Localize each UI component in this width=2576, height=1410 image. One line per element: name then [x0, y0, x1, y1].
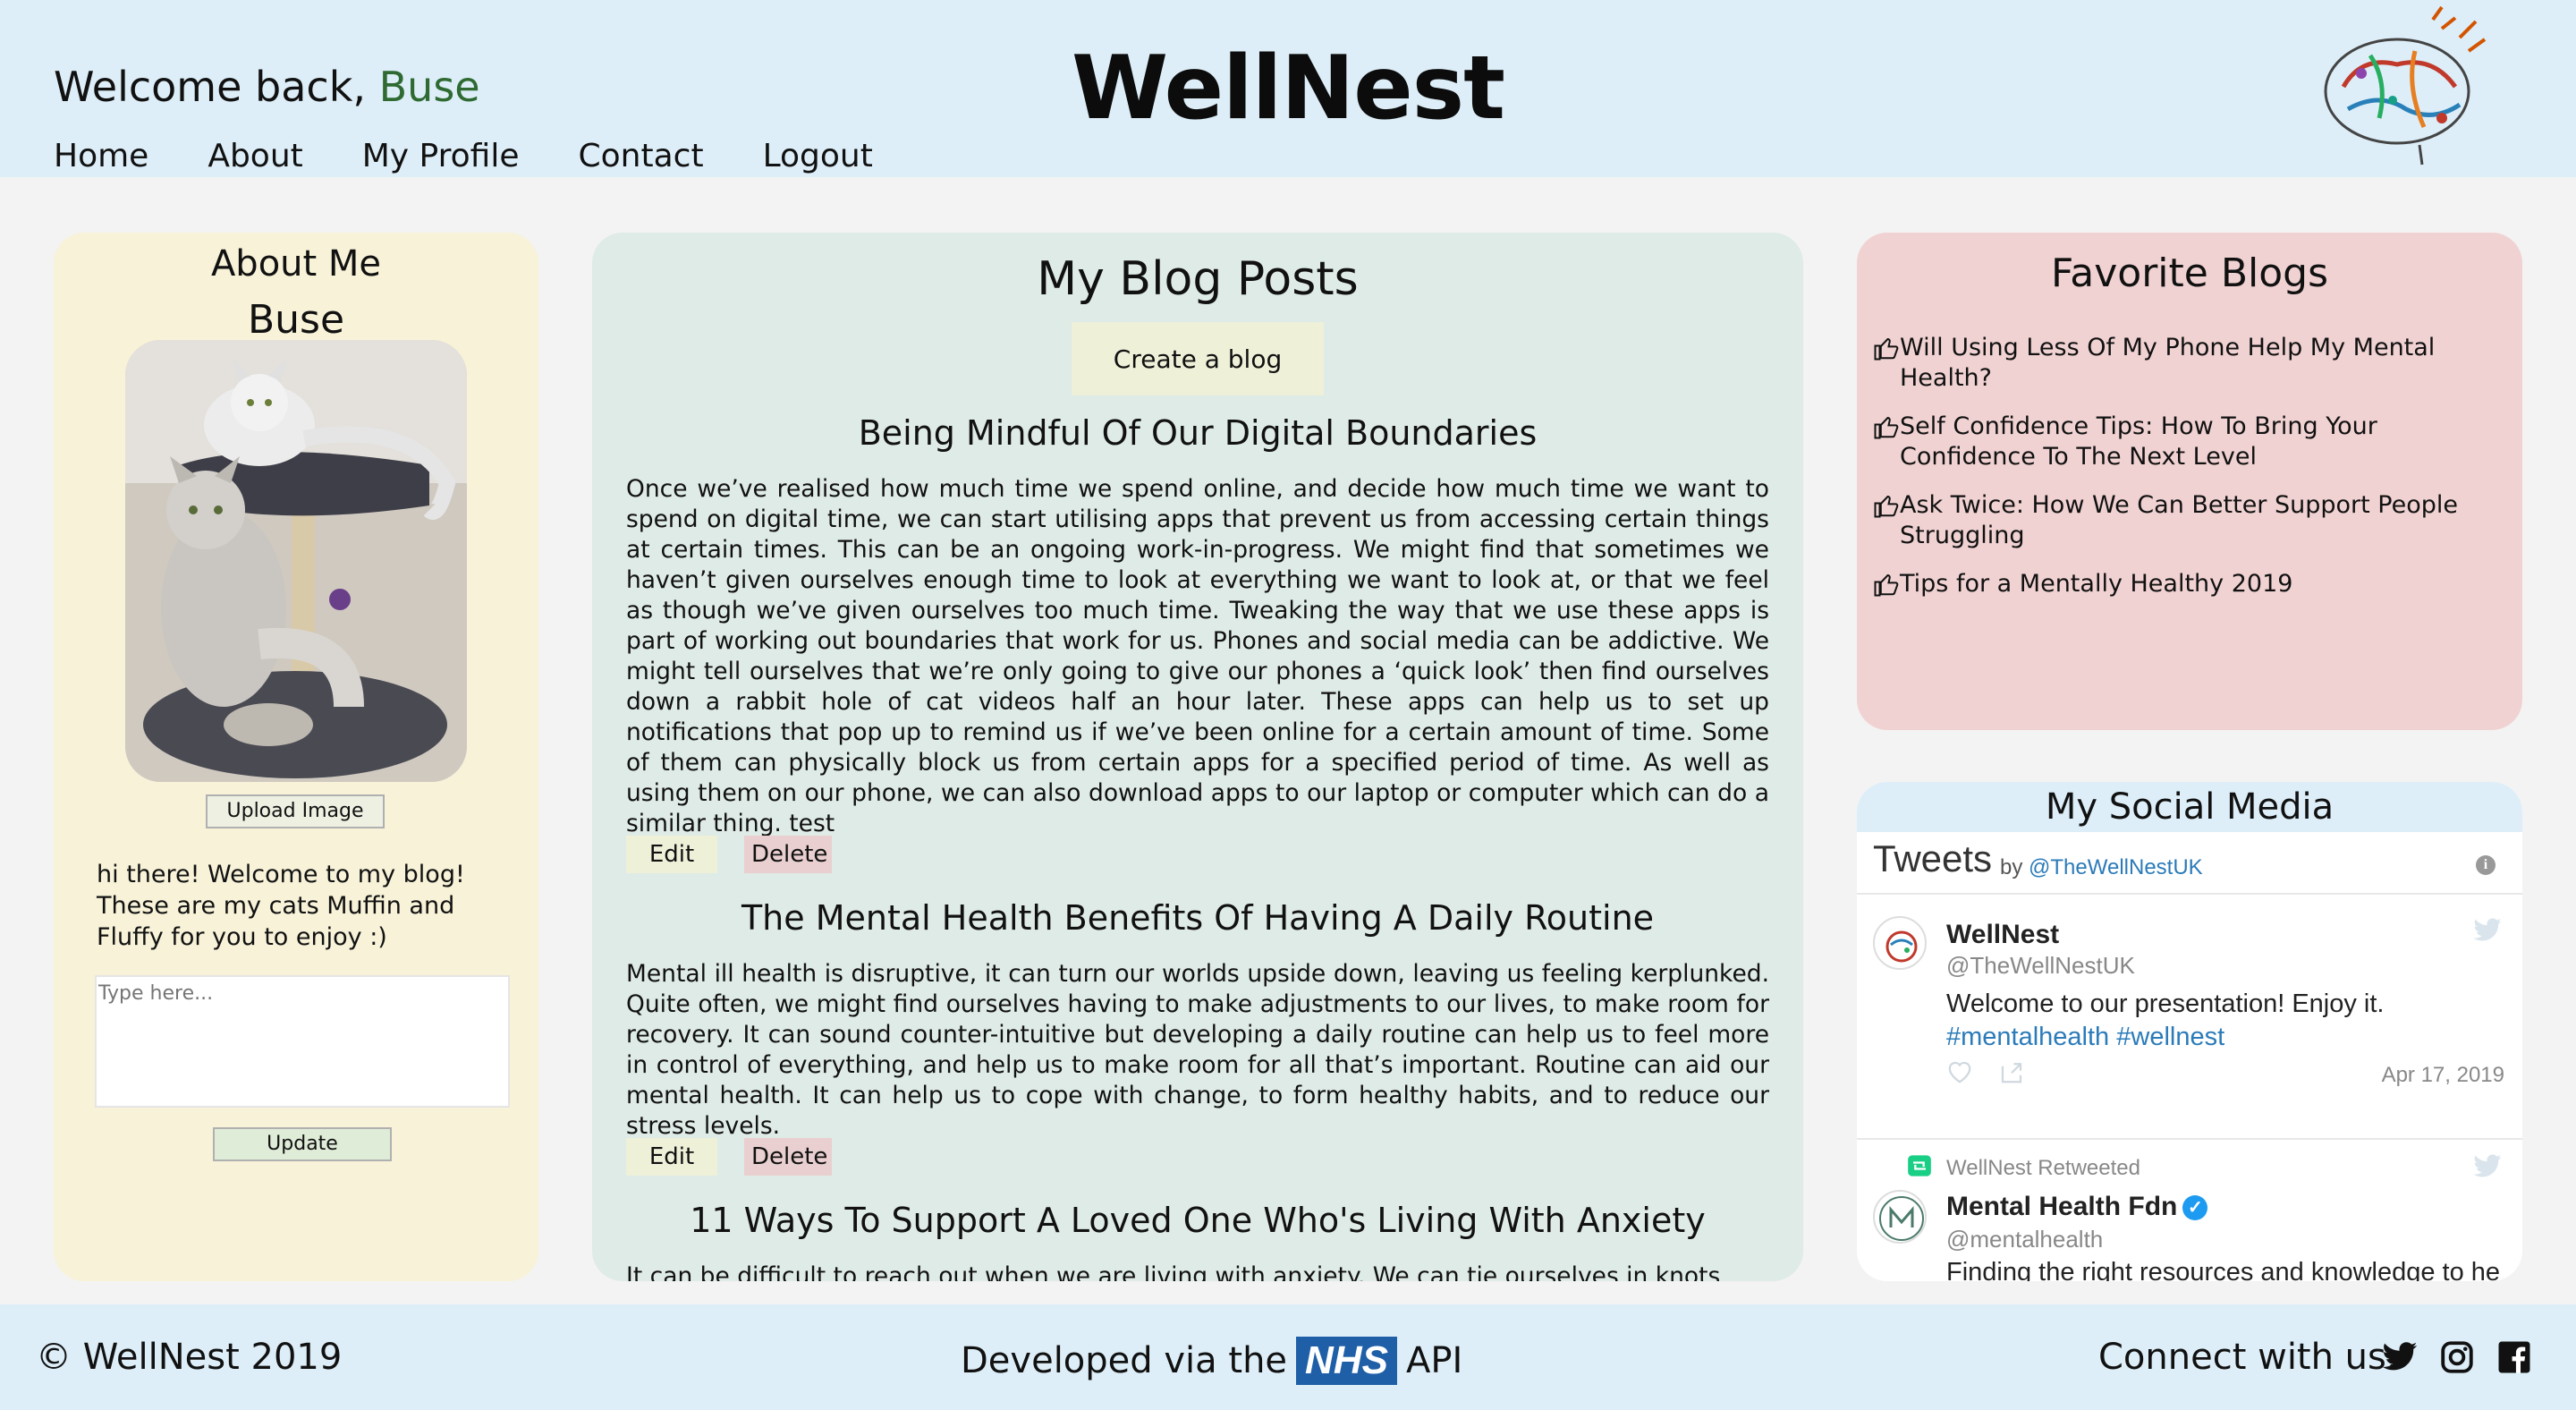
dev-prefix: Developed via the: [961, 1340, 1288, 1381]
retweet-icon: [1908, 1155, 1931, 1176]
blog-posts-title: My Blog Posts: [1037, 252, 1359, 306]
developed-via-nhs: Developed via the NHS API: [961, 1337, 1462, 1385]
favorite-blogs-list: Will Using Less Of My Phone Help My Ment…: [1873, 333, 2508, 617]
dev-suffix: API: [1405, 1340, 1463, 1381]
create-blog-button[interactable]: Create a blog: [1072, 322, 1324, 395]
tweet-author-name[interactable]: WellNest: [1946, 920, 2059, 950]
tweet-hashtags[interactable]: #mentalhealth #wellnest: [1946, 1023, 2224, 1051]
timeline-account-link[interactable]: @TheWellNestUK: [2029, 855, 2203, 879]
connect-with-us: Connect with us:: [2098, 1337, 2399, 1378]
nav-home[interactable]: Home: [54, 138, 148, 174]
favorite-blogs-panel: Favorite Blogs Will Using Less Of My Pho…: [1857, 233, 2522, 730]
nav-about[interactable]: About: [208, 138, 302, 174]
favorite-blog-item[interactable]: Will Using Less Of My Phone Help My Ment…: [1873, 333, 2508, 394]
twitter-bird-icon[interactable]: [2472, 918, 2503, 943]
like-heart-icon[interactable]: [1946, 1059, 1973, 1084]
instagram-icon[interactable]: [2438, 1338, 2476, 1376]
twitter-icon[interactable]: [2381, 1338, 2419, 1376]
about-me-name: Buse: [247, 297, 345, 343]
site-header: Welcome back, Buse WellNest Home About M…: [0, 0, 2576, 177]
about-me-title: About Me: [210, 243, 382, 285]
about-me-bio: hi there! Welcome to my blog! These are …: [97, 861, 465, 951]
delete-post-button[interactable]: Delete: [744, 1138, 832, 1176]
thumbs-up-icon: [1874, 495, 1899, 518]
bio-input[interactable]: [95, 975, 510, 1108]
verified-badge-icon: ✓: [2182, 1195, 2208, 1220]
blog-posts-panel: My Blog Posts Create a blog Being Mindfu…: [592, 233, 1803, 1281]
delete-post-button[interactable]: Delete: [744, 836, 832, 873]
post-body: Mental ill health is disruptive, it can …: [626, 960, 1769, 1140]
thumbs-up-icon: [1874, 416, 1899, 439]
profile-photo: [125, 340, 467, 782]
about-me-panel: About Me Buse Upload Image hi there! Wel…: [54, 233, 538, 1281]
favorite-blog-item[interactable]: Self Confidence Tips: How To Bring Your …: [1873, 412, 2508, 472]
social-media-title: My Social Media: [1857, 782, 2522, 832]
tweet-date[interactable]: Apr 17, 2019: [2382, 1063, 2504, 1088]
retweeted-by[interactable]: WellNest Retweeted: [1946, 1156, 2140, 1181]
favorite-blog-title: Tips for a Mentally Healthy 2019: [1900, 570, 2293, 598]
tweet-text-body: Welcome to our presentation! Enjoy it.: [1946, 990, 2385, 1018]
twitter-timeline-header: Tweets by @TheWellNestUK i: [1857, 832, 2522, 895]
thumbs-up-icon: [1874, 573, 1899, 597]
avatar[interactable]: [1873, 1190, 1927, 1244]
tweets-label: Tweets: [1873, 837, 1993, 879]
post-title: Being Mindful Of Our Digital Boundaries: [858, 413, 1538, 453]
social-media-panel: My Social Media Tweets by @TheWellNestUK…: [1857, 782, 2522, 1281]
footer-social-links: [2381, 1338, 2533, 1376]
tweet-author-name-text: Mental Health Fdn: [1946, 1192, 2178, 1221]
update-bio-button[interactable]: Update: [213, 1127, 392, 1161]
favorite-blog-title: Self Confidence Tips: How To Bring Your …: [1900, 412, 2377, 471]
brain-logo-icon: [2324, 5, 2487, 166]
favorite-blog-item[interactable]: Ask Twice: How We Can Better Support Peo…: [1873, 490, 2508, 551]
nav-logout[interactable]: Logout: [763, 138, 873, 174]
info-icon[interactable]: i: [2476, 855, 2496, 875]
favorite-blog-title: Will Using Less Of My Phone Help My Ment…: [1900, 334, 2436, 392]
post-title: The Mental Health Benefits Of Having A D…: [741, 898, 1655, 938]
nav-contact[interactable]: Contact: [579, 138, 704, 174]
favorite-blog-title: Ask Twice: How We Can Better Support Peo…: [1900, 491, 2459, 549]
share-icon[interactable]: [1998, 1059, 2025, 1084]
thumbs-up-icon: [1874, 337, 1899, 361]
tweet[interactable]: WellNest @TheWellNestUK Welcome to our p…: [1857, 898, 2522, 1104]
tweets-by-label: by: [2000, 855, 2023, 879]
tweet[interactable]: WellNest Retweeted Mental Health Fdn ✓ @m…: [1857, 1140, 2522, 1281]
facebook-icon[interactable]: [2496, 1338, 2533, 1376]
tweet-text: Finding the right resources and knowledg…: [1946, 1258, 2501, 1281]
favorite-blogs-title: Favorite Blogs: [2051, 251, 2328, 296]
copyright: © WellNest 2019: [36, 1337, 343, 1378]
site-footer: © WellNest 2019 Developed via the NHS AP…: [0, 1304, 2576, 1410]
edit-post-button[interactable]: Edit: [626, 836, 717, 873]
upload-image-button[interactable]: Upload Image: [206, 794, 385, 828]
tweet-author-name[interactable]: Mental Health Fdn ✓: [1946, 1192, 2208, 1222]
nhs-logo[interactable]: NHS: [1296, 1337, 1397, 1385]
tweet-author-handle[interactable]: @mentalhealth: [1946, 1226, 2103, 1253]
main-nav: Home About My Profile Contact Logout: [54, 138, 873, 174]
tweet-author-handle[interactable]: @TheWellNestUK: [1946, 952, 2135, 980]
post-body: Once we’ve realised how much time we spe…: [626, 475, 1769, 837]
twitter-bird-icon[interactable]: [2472, 1154, 2503, 1179]
edit-post-button[interactable]: Edit: [626, 1138, 717, 1176]
favorite-blog-item[interactable]: Tips for a Mentally Healthy 2019: [1873, 569, 2508, 599]
tweets-by: by @TheWellNestUK: [2000, 855, 2203, 880]
site-title: WellNest: [1072, 38, 1505, 140]
nav-my-profile[interactable]: My Profile: [362, 138, 520, 174]
post-title: 11 Ways To Support A Loved One Who's Liv…: [690, 1201, 1706, 1240]
avatar[interactable]: [1873, 916, 1927, 970]
tweet-text: Welcome to our presentation! Enjoy it. #…: [1946, 988, 2501, 1054]
post-body: It can be difficult to reach out when we…: [626, 1262, 1721, 1281]
